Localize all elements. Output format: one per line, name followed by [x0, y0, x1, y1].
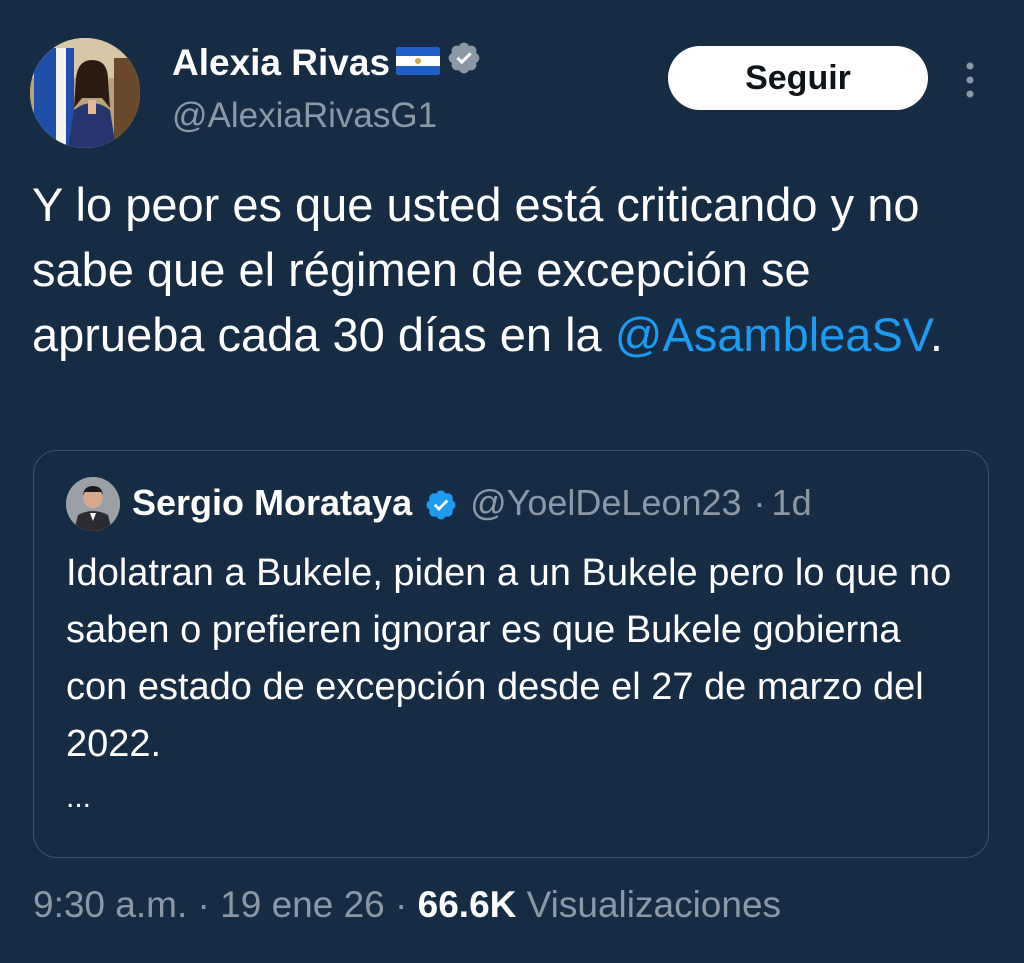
verified-badge-icon — [446, 40, 482, 85]
quoted-tweet[interactable]: Sergio Morataya @YoelDeLeon23 · 1d Idola… — [33, 450, 989, 858]
quoted-header: Sergio Morataya @YoelDeLeon23 · 1d — [132, 482, 812, 524]
footer-separator: · — [187, 884, 221, 925]
quoted-time[interactable]: 1d — [772, 482, 812, 524]
quoted-author-photo — [66, 477, 120, 531]
footer-separator: · — [384, 884, 418, 925]
author-avatar[interactable] — [30, 38, 140, 148]
quoted-author-name[interactable]: Sergio Morataya — [132, 482, 412, 524]
quoted-tweet-text: Idolatran a Bukele, piden a un Bukele pe… — [66, 552, 952, 765]
more-vertical-icon[interactable] — [956, 58, 984, 102]
views-label: Visualizaciones — [516, 884, 782, 925]
author-name[interactable]: Alexia Rivas — [172, 42, 390, 84]
quoted-author-handle[interactable]: @YoelDeLeon23 — [470, 482, 741, 524]
tweet-footer: 9:30 a.m. · 19 ene 26 · 66.6K Visualizac… — [33, 884, 781, 926]
author-photo — [30, 38, 140, 148]
tweet-date[interactable]: 19 ene 26 — [220, 884, 385, 925]
quoted-author-avatar[interactable] — [66, 477, 120, 531]
author-name-row[interactable]: Alexia Rivas — [172, 40, 482, 85]
author-handle[interactable]: @AlexiaRivasG1 — [172, 96, 437, 136]
quoted-separator: · — [753, 482, 766, 523]
tweet-time[interactable]: 9:30 a.m. — [33, 884, 187, 925]
verified-badge-icon — [424, 482, 458, 524]
follow-button[interactable]: Seguir — [668, 46, 928, 110]
tweet-suffix: . — [929, 308, 943, 361]
views-count: 66.6K — [417, 884, 517, 925]
tweet-text: Y lo peor es que usted está criticando y… — [32, 172, 992, 367]
mention-link[interactable]: @AsambleaSV — [615, 308, 930, 361]
quoted-ellipsis: ... — [66, 781, 92, 814]
el-salvador-flag-icon — [396, 42, 441, 84]
